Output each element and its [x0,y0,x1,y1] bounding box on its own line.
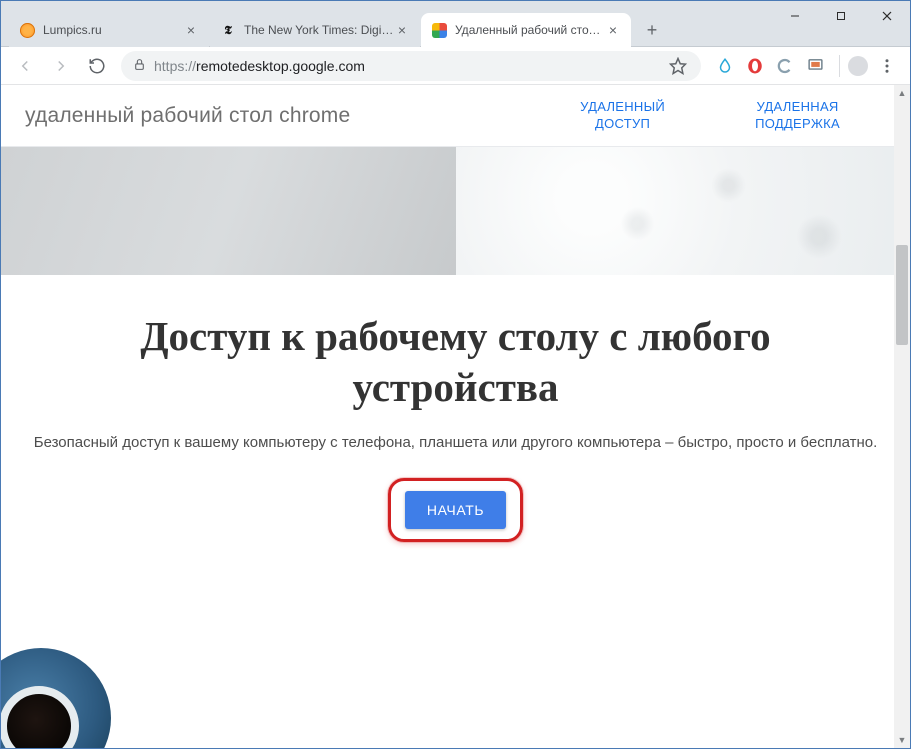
lock-icon [133,58,146,74]
window-controls [772,1,910,31]
hero-section: Доступ к рабочему столу с любого устройс… [1,275,910,542]
extension-c-icon[interactable] [775,56,795,76]
scroll-down-icon[interactable]: ▼ [894,732,910,748]
favicon-lumpics-icon [19,22,35,38]
site-header: удаленный рабочий стол chrome УДАЛЕННЫЙД… [1,85,910,147]
separator [839,55,840,77]
minimize-button[interactable] [772,1,818,31]
decorative-coffee-cup [1,638,121,748]
back-button[interactable] [9,50,41,82]
brand-title: удаленный рабочий стол chrome [1,104,580,128]
tab-title: The New York Times: Digital [244,23,394,37]
profile-avatar[interactable] [848,56,868,76]
vertical-scrollbar[interactable]: ▲ ▼ [894,85,910,748]
tab-nyt[interactable]: 𝕿 The New York Times: Digital × [210,13,420,47]
forward-button[interactable] [45,50,77,82]
hero-subtext: Безопасный доступ к вашему компьютеру с … [26,432,886,455]
new-tab-button[interactable]: + [638,16,666,44]
extension-monitor-icon[interactable] [805,56,825,76]
start-button[interactable]: НАЧАТЬ [405,491,506,529]
tab-lumpics[interactable]: Lumpics.ru × [9,13,209,47]
nav-remote-access[interactable]: УДАЛЕННЫЙДОСТУП [580,99,665,133]
favicon-remotedesktop-icon [431,22,447,38]
tab-title: Удаленный рабочий стол C [455,23,605,37]
nav-remote-support[interactable]: УДАЛЕННАЯПОДДЕРЖКА [755,99,840,133]
hero-image-right [456,147,911,275]
extensions-area [709,56,831,76]
hero-image-left [1,147,456,275]
maximize-button[interactable] [818,1,864,31]
tab-title: Lumpics.ru [43,23,183,37]
address-bar[interactable]: https://remotedesktop.google.com [121,51,701,81]
close-icon[interactable]: × [394,22,410,38]
menu-button[interactable] [872,50,902,82]
extension-opera-icon[interactable] [745,56,765,76]
close-icon[interactable]: × [605,22,621,38]
close-icon[interactable]: × [183,22,199,38]
hero-banner [1,147,910,275]
favicon-nyt-icon: 𝕿 [220,22,236,38]
header-nav: УДАЛЕННЫЙДОСТУП УДАЛЕННАЯПОДДЕРЖКА [580,99,910,133]
url-text: https://remotedesktop.google.com [154,58,365,74]
highlight-annotation: НАЧАТЬ [388,478,523,542]
scroll-up-icon[interactable]: ▲ [894,85,910,101]
scrollbar-thumb[interactable] [896,245,908,345]
page-viewport: удаленный рабочий стол chrome УДАЛЕННЫЙД… [1,85,910,748]
close-window-button[interactable] [864,1,910,31]
extension-droplet-icon[interactable] [715,56,735,76]
reload-button[interactable] [81,50,113,82]
window-titlebar: Lumpics.ru × 𝕿 The New York Times: Digit… [1,1,910,47]
tab-strip: Lumpics.ru × 𝕿 The New York Times: Digit… [1,1,772,47]
toolbar: https://remotedesktop.google.com [1,47,910,85]
star-icon[interactable] [667,55,689,77]
tab-remote-desktop[interactable]: Удаленный рабочий стол C × [421,13,631,47]
hero-headline: Доступ к рабочему столу с любого устройс… [46,311,866,414]
